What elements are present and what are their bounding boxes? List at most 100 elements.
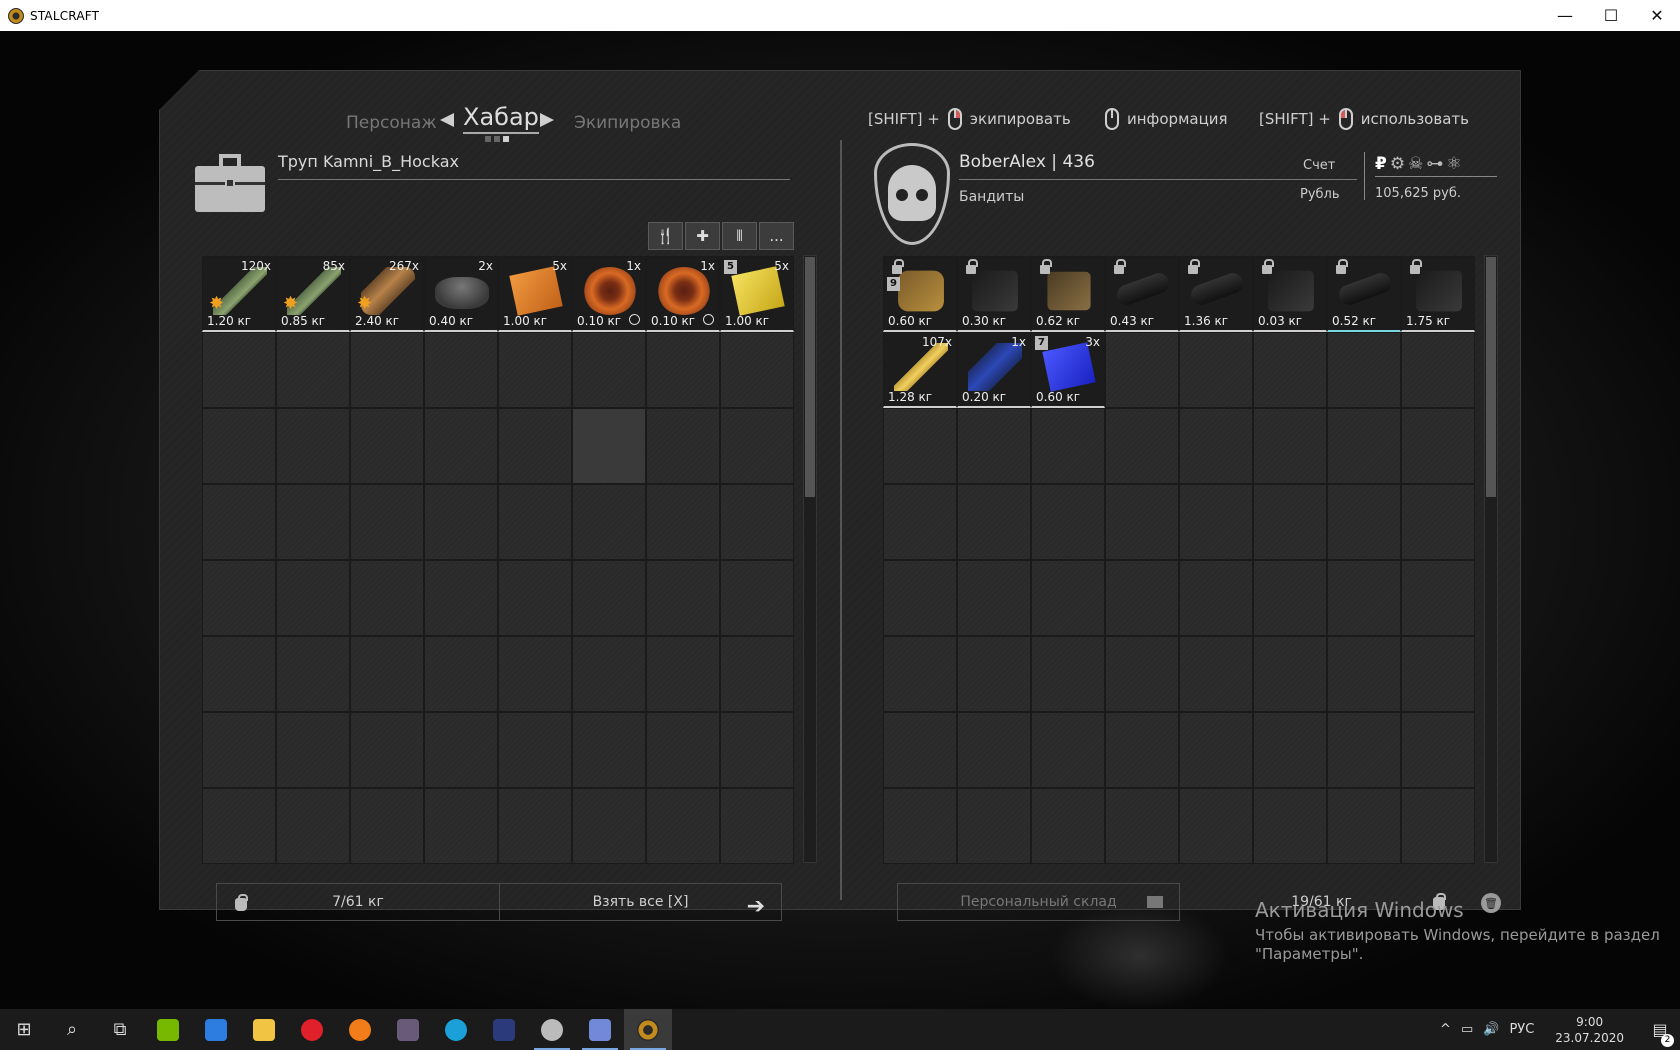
empty-slot[interactable] [883, 712, 957, 788]
empty-slot[interactable] [1253, 636, 1327, 712]
empty-slot[interactable] [957, 712, 1031, 788]
empty-slot[interactable] [350, 408, 424, 484]
inventory-item[interactable]: 5 5x 1.00 кг [720, 256, 794, 332]
gear-currency-icon[interactable]: ⚙ [1390, 154, 1405, 174]
empty-slot[interactable] [276, 636, 350, 712]
inventory-item[interactable]: 7 3x 0.60 кг [1031, 332, 1105, 408]
empty-slot[interactable] [202, 408, 276, 484]
volume-icon[interactable]: 🔊 [1478, 1022, 1504, 1037]
empty-slot[interactable] [498, 712, 572, 788]
empty-slot[interactable] [1031, 712, 1105, 788]
empty-slot[interactable] [350, 788, 424, 864]
empty-slot[interactable] [1253, 332, 1327, 408]
empty-slot[interactable] [202, 484, 276, 560]
tray-overflow-icon[interactable]: ^ [1435, 1022, 1456, 1037]
filter-food-button[interactable]: 🍴 [648, 222, 683, 250]
filter-medical-button[interactable]: ✚ [685, 222, 720, 250]
empty-slot[interactable] [498, 408, 572, 484]
empty-slot[interactable] [1179, 484, 1253, 560]
empty-slot[interactable] [1401, 484, 1475, 560]
take-all-button[interactable]: Взять все [X] ➔ [500, 884, 781, 920]
empty-slot[interactable] [1253, 408, 1327, 484]
inventory-item[interactable]: 2x 0.40 кг [424, 256, 498, 332]
empty-slot[interactable] [276, 712, 350, 788]
taskbar-discord[interactable] [576, 1009, 624, 1050]
empty-slot[interactable] [350, 484, 424, 560]
inventory-item[interactable]: 1.75 кг [1401, 256, 1475, 332]
taskbar-app-shield[interactable] [528, 1009, 576, 1050]
empty-slot[interactable] [1327, 712, 1401, 788]
empty-slot[interactable] [883, 788, 957, 864]
empty-slot[interactable] [957, 560, 1031, 636]
taskbar-explorer[interactable] [240, 1009, 288, 1050]
empty-slot[interactable] [646, 712, 720, 788]
nav-prev-arrow-icon[interactable] [440, 113, 454, 127]
empty-slot[interactable] [646, 332, 720, 408]
empty-slot[interactable] [276, 408, 350, 484]
empty-slot[interactable] [883, 560, 957, 636]
empty-slot[interactable] [1253, 788, 1327, 864]
inventory-item[interactable]: 85x 0.85 кг [276, 256, 350, 332]
inventory-item[interactable]: 1x 0.20 кг [957, 332, 1031, 408]
empty-slot[interactable] [720, 332, 794, 408]
empty-slot[interactable] [572, 560, 646, 636]
empty-slot[interactable] [1179, 408, 1253, 484]
empty-slot[interactable] [957, 484, 1031, 560]
empty-slot[interactable] [1031, 484, 1105, 560]
filter-ammo-button[interactable]: ⦀ [722, 222, 757, 250]
empty-slot[interactable] [720, 484, 794, 560]
tab-loot[interactable]: Хабар [463, 102, 539, 134]
tab-equipment[interactable]: Экипировка [574, 113, 681, 133]
empty-slot[interactable] [883, 408, 957, 484]
taskbar-ccleaner[interactable] [336, 1009, 384, 1050]
taskbar-mail[interactable] [192, 1009, 240, 1050]
filter-more-button[interactable]: ... [759, 222, 794, 250]
empty-slot[interactable] [1327, 788, 1401, 864]
empty-slot[interactable] [720, 560, 794, 636]
inventory-item[interactable]: 1x 0.10 кг [572, 256, 646, 332]
inventory-item[interactable]: 0.52 кг [1327, 256, 1401, 332]
close-button[interactable]: ✕ [1634, 0, 1680, 31]
network-icon[interactable]: ▭ [1456, 1022, 1478, 1037]
empty-slot[interactable] [498, 332, 572, 408]
empty-slot[interactable] [572, 712, 646, 788]
empty-slot[interactable] [276, 332, 350, 408]
backpack-scrollbar[interactable] [1484, 255, 1498, 863]
empty-slot[interactable] [1401, 712, 1475, 788]
empty-slot[interactable] [1401, 636, 1475, 712]
inventory-item[interactable]: 1x 0.10 кг [646, 256, 720, 332]
empty-slot[interactable] [957, 788, 1031, 864]
maximize-button[interactable]: ☐ [1588, 0, 1634, 31]
inventory-item[interactable]: 0.62 кг [1031, 256, 1105, 332]
empty-slot[interactable] [1327, 636, 1401, 712]
empty-slot[interactable] [1105, 484, 1179, 560]
empty-slot[interactable] [1179, 636, 1253, 712]
taskbar-edge[interactable] [432, 1009, 480, 1050]
empty-slot[interactable] [1105, 332, 1179, 408]
empty-slot[interactable] [1253, 712, 1327, 788]
empty-slot[interactable] [1327, 484, 1401, 560]
empty-slot[interactable] [1327, 408, 1401, 484]
empty-slot[interactable] [1179, 712, 1253, 788]
empty-slot[interactable] [424, 332, 498, 408]
empty-slot[interactable] [1105, 788, 1179, 864]
empty-slot[interactable] [498, 788, 572, 864]
empty-slot[interactable] [1401, 788, 1475, 864]
empty-slot[interactable] [1031, 408, 1105, 484]
empty-slot[interactable] [1327, 332, 1401, 408]
empty-slot[interactable] [1031, 788, 1105, 864]
empty-slot[interactable] [572, 636, 646, 712]
empty-slot[interactable] [424, 636, 498, 712]
empty-slot[interactable] [350, 332, 424, 408]
loot-scrollbar[interactable] [803, 255, 817, 863]
empty-slot[interactable] [1253, 484, 1327, 560]
taskbar-nvidia[interactable] [144, 1009, 192, 1050]
empty-slot[interactable] [646, 408, 720, 484]
empty-slot[interactable] [202, 560, 276, 636]
backpack-scrollbar-thumb[interactable] [1486, 257, 1496, 497]
taskbar-stalcraft[interactable] [624, 1009, 672, 1050]
empty-slot[interactable] [572, 788, 646, 864]
empty-slot[interactable] [1179, 332, 1253, 408]
empty-slot[interactable] [1105, 636, 1179, 712]
empty-slot[interactable] [883, 484, 957, 560]
